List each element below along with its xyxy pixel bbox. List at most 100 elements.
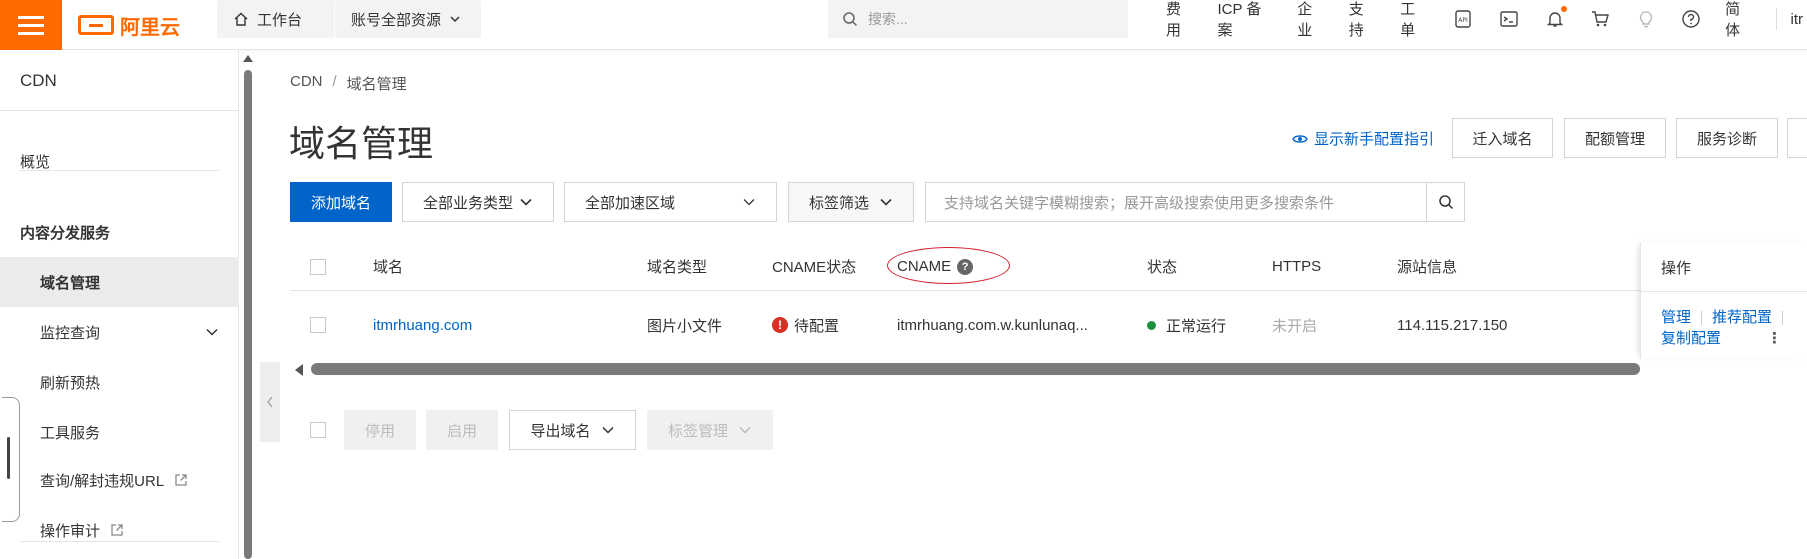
service-diagnosis-button[interactable]: 服务诊断	[1676, 118, 1778, 158]
sidebar-item-overview[interactable]: 概览	[0, 136, 239, 186]
disable-button[interactable]: 停用	[344, 410, 416, 450]
resource-scope-dropdown[interactable]: 账号全部资源	[335, 0, 481, 38]
tag-filter-dropdown[interactable]: 标签筛选	[788, 182, 914, 222]
business-type-dropdown[interactable]: 全部业务类型	[402, 182, 554, 222]
bell-icon[interactable]	[1544, 6, 1568, 30]
top-links: 费用 ICP 备案 企业 支持 工单 API 简体 itr	[1155, 0, 1807, 40]
tag-management-label: 标签管理	[667, 422, 728, 440]
scroll-up-arrow-icon[interactable]	[243, 55, 253, 62]
domain-link[interactable]: itmrhuang.com	[373, 292, 472, 358]
show-guide-link[interactable]: 显示新手配置指引	[1292, 128, 1434, 149]
row-checkbox[interactable]	[310, 317, 326, 333]
chevron-down-icon	[206, 328, 218, 336]
global-search-placeholder: 搜索...	[868, 11, 908, 27]
collapse-sidebar-button[interactable]	[260, 362, 280, 442]
sidebar-edge-handle[interactable]	[2, 397, 20, 522]
hamburger-menu-icon[interactable]	[0, 0, 62, 50]
top-link-fees[interactable]: 费用	[1155, 0, 1206, 40]
batch-select-checkbox[interactable]	[310, 422, 326, 438]
language-switch[interactable]: 简体	[1714, 0, 1765, 40]
table-row: itmrhuang.com 图片小文件 ! 待配置 itmrhuang.com.…	[290, 292, 1807, 358]
breadcrumb-root[interactable]: CDN	[290, 73, 323, 94]
manage-link[interactable]: 管理	[1661, 309, 1691, 326]
disable-label: 停用	[364, 422, 395, 440]
cart-icon[interactable]	[1589, 8, 1611, 30]
warning-icon: !	[772, 317, 788, 333]
api-icon[interactable]: API	[1453, 8, 1475, 30]
status-label: 正常运行	[1166, 317, 1227, 335]
more-actions-icon[interactable]: ⋮	[1767, 328, 1782, 349]
sidebar-item-label: 概览	[20, 153, 51, 171]
select-all-checkbox[interactable]	[310, 258, 326, 275]
search-icon	[843, 12, 858, 27]
help-circle-icon[interactable]	[1681, 8, 1703, 30]
table-horizontal-scrollbar[interactable]	[311, 363, 1640, 375]
export-domain-dropdown[interactable]: 导出域名	[509, 410, 636, 450]
workbench-label: 工作台	[257, 11, 303, 29]
chevron-down-icon	[739, 426, 751, 434]
status-ok-dot	[1147, 320, 1156, 330]
top-link-icp[interactable]: ICP 备案	[1206, 0, 1286, 40]
table-header: 域名 域名类型 CNAME状态 CNAME ? 状态 HTTPS 源站信息	[290, 243, 1807, 291]
chevron-down-icon	[520, 198, 532, 206]
tag-filter-label: 标签筛选	[809, 194, 870, 212]
top-divider	[1775, 8, 1777, 30]
sidebar-item-monitoring[interactable]: 监控查询	[0, 307, 239, 357]
sidebar-group-cdn-service[interactable]: 内容分发服务	[0, 207, 239, 257]
recommended-config-link[interactable]: 推荐配置	[1712, 309, 1772, 326]
sidebar-item-label: 监控查询	[40, 324, 101, 342]
user-account[interactable]: itr	[1787, 11, 1807, 28]
chevron-down-icon	[743, 199, 755, 206]
breadcrumb: CDN / 域名管理	[290, 73, 407, 94]
resource-scope-label: 账号全部资源	[351, 11, 442, 29]
top-link-ticket[interactable]: 工单	[1389, 0, 1440, 40]
sidebar-item-operation-audit[interactable]: 操作审计	[0, 505, 239, 555]
acceleration-region-label: 全部加速区域	[585, 194, 676, 212]
sidebar-item-label: 操作审计	[40, 522, 101, 540]
domain-type-value: 图片小文件	[647, 317, 723, 335]
global-search-input[interactable]: 搜索...	[828, 0, 1128, 38]
cname-status-value: ! 待配置	[772, 292, 839, 358]
domain-search-button[interactable]	[1426, 183, 1464, 221]
column-header-origin: 源站信息	[1397, 259, 1458, 276]
acceleration-region-dropdown[interactable]: 全部加速区域	[564, 182, 777, 222]
scroll-left-arrow-icon[interactable]	[295, 364, 303, 376]
add-domain-button[interactable]: 添加域名	[290, 182, 392, 222]
row-operations: 管理 推荐配置 复制配置 ⋮	[1661, 307, 1807, 349]
sidebar: CDN 概览 内容分发服务 域名管理 监控查询 刷新预热 工具服务 查询/解封违…	[0, 50, 239, 559]
terminal-icon[interactable]	[1498, 8, 1520, 30]
annotation-ellipse	[887, 247, 1010, 284]
column-header-cname-status: CNAME状态	[772, 259, 857, 276]
top-link-enterprise[interactable]: 企业	[1286, 0, 1337, 40]
domain-search-input[interactable]: 支持域名关键字模糊搜索；展开高级搜索使用更多搜索条件	[925, 182, 1465, 222]
sidebar-item-violation-url[interactable]: 查询/解封违规URL	[0, 455, 239, 505]
column-header-status: 状态	[1147, 259, 1178, 276]
enable-button[interactable]: 启用	[426, 410, 498, 450]
sidebar-item-refresh-preload[interactable]: 刷新预热	[0, 357, 239, 407]
quota-management-label: 配额管理	[1584, 130, 1645, 148]
sidebar-item-tool-service[interactable]: 工具服务	[0, 407, 239, 457]
sidebar-scrollbar-thumb[interactable]	[244, 70, 252, 559]
notification-dot	[1561, 6, 1568, 12]
service-diagnosis-label: 服务诊断	[1696, 130, 1757, 148]
breadcrumb-current: 域名管理	[346, 76, 407, 93]
search-icon	[1438, 195, 1453, 210]
link-separator	[1782, 311, 1784, 326]
quota-management-button[interactable]: 配额管理	[1564, 118, 1666, 158]
top-link-support[interactable]: 支持	[1338, 0, 1389, 40]
row-checkbox-cell	[310, 292, 326, 358]
import-domain-button[interactable]: 迁入域名	[1452, 118, 1553, 158]
aliyun-logo[interactable]: 阿里云	[78, 7, 180, 43]
logo-text: 阿里云	[120, 16, 180, 39]
tag-management-dropdown[interactable]: 标签管理	[647, 410, 773, 450]
origin-value: 114.115.217.150	[1397, 316, 1508, 334]
home-icon	[234, 12, 248, 26]
show-guide-label: 显示新手配置指引	[1314, 131, 1435, 148]
cname-value: itmrhuang.com.w.kunlunaq...	[897, 316, 1088, 334]
sidebar-item-label: 域名管理	[40, 274, 101, 292]
more-header-button[interactable]	[1787, 118, 1807, 158]
sidebar-item-domain-management[interactable]: 域名管理	[0, 257, 239, 307]
workbench-button[interactable]: 工作台	[217, 0, 334, 38]
lightbulb-icon[interactable]	[1635, 8, 1657, 30]
copy-config-link[interactable]: 复制配置	[1661, 330, 1721, 347]
